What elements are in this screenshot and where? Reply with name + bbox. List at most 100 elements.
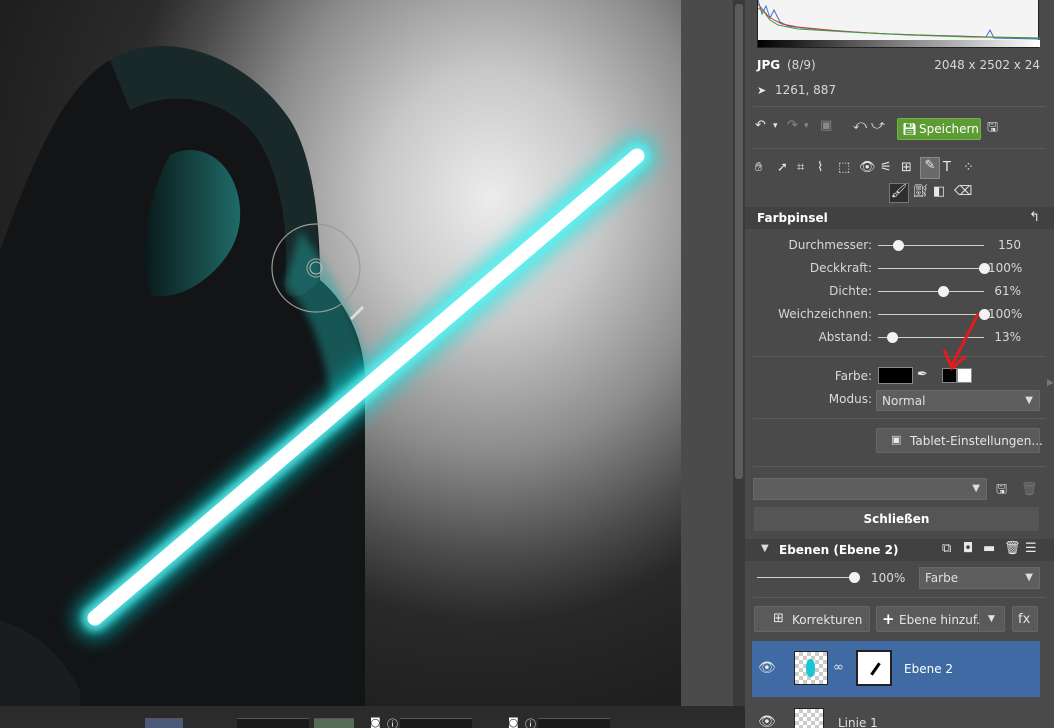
corrections-button[interactable]: ⊞ Korrekturen [754,606,870,632]
slider-density[interactable]: Dichte: 61% [745,281,1054,303]
crop-tool-icon[interactable]: ⌗ [797,160,804,176]
blend-mode-dropdown[interactable]: Farbe ▼ [919,567,1040,589]
chevron-down-icon: ▼ [988,614,995,624]
image-dimensions: 2048 x 2502 x 24 [934,58,1040,72]
divider [753,597,1046,598]
rotate-right-icon[interactable]: ⤻ [871,118,885,134]
rotate-left-icon[interactable]: ⤺ [853,118,867,134]
layer-name: Linie 1 [838,716,878,728]
clone-tool-icon[interactable]: ⚟ [880,160,892,176]
color-swatch[interactable] [878,367,913,384]
folder-icon[interactable]: ▬ [983,541,995,557]
layer-mask-icon[interactable]: ◘ [963,541,973,557]
slider-knob[interactable] [937,286,949,297]
fx-button[interactable]: fx [1012,606,1038,632]
lasso-tool-icon[interactable]: ⬚ [838,160,850,176]
image-format: JPG [757,58,781,72]
slider-knob[interactable] [893,240,905,251]
slider-track[interactable] [878,240,984,251]
link-icon[interactable]: ∞ [833,660,844,676]
menu-icon[interactable]: ☰ [1025,541,1037,557]
chevron-down-icon: ▼ [1025,572,1033,583]
grid-tool-icon[interactable]: ⊞ [901,160,912,176]
eye-icon[interactable]: 👁︎ [758,714,776,728]
delete-layer-icon[interactable]: 🗑︎ [1004,541,1021,557]
paint-brush-icon[interactable]: 🖌︎ [889,183,909,203]
filmstrip-thumbnail[interactable] [538,718,610,728]
add-layer-dropdown[interactable]: ▼ [979,606,1005,632]
slider-track[interactable] [878,286,984,297]
delete-preset-icon[interactable]: 🗑︎ [1021,482,1038,498]
divider [753,148,1046,149]
mode-row: Modus: Normal ▼ [745,390,1054,411]
redo-icon[interactable]: ↷ [787,118,798,134]
filmstrip-thumbnail[interactable] [237,718,309,728]
photo-artwork [0,0,681,706]
image-compare-icon[interactable]: ▣ [820,118,832,134]
select-tool-icon[interactable]: ➚ [777,160,788,176]
effects-tool-icon[interactable]: ⁘ [963,160,974,176]
layer-thumbnail [794,651,828,685]
layer-opacity-value: 100% [871,571,906,585]
eye-icon[interactable]: 👁︎ [758,660,776,676]
brush-tool-icon[interactable]: ✎ [920,157,940,179]
eraser-icon[interactable]: ⌫ [954,184,972,200]
filmstrip-thumbnail[interactable] [145,718,183,728]
close-button[interactable]: Schließen [753,506,1040,532]
filmstrip[interactable]: ◙ ⓘ ◙ ⓘ [0,706,745,728]
fill-bucket-icon[interactable]: ⛽︎ [912,184,929,200]
slider-value: 61% [994,284,1021,298]
layer-row-ebene-2[interactable]: 👁︎ ∞ Ebene 2 [752,641,1040,697]
redo-dropdown-icon[interactable]: ▾ [804,118,809,134]
tablet-settings-button[interactable]: ▣ Tablet-Einstellungen... [876,428,1043,453]
brush-panel-header: Farbpinsel ↰ [745,207,1054,229]
layer-mask-thumbnail [856,650,892,686]
layer-thumbnail [794,708,824,728]
gradient-icon[interactable]: ◧ [933,184,945,200]
vertical-scrollbar[interactable] [733,0,745,706]
slider-diameter[interactable]: Durchmesser: 150 [745,235,1054,257]
text-tool-icon[interactable]: T [943,160,951,176]
layers-title: Ebenen (Ebene 2) [779,543,899,557]
save-as-icon[interactable]: 🖫 [987,120,998,136]
undo-icon[interactable]: ↶ [755,118,766,134]
slider-track[interactable] [878,263,990,274]
slider-spacing[interactable]: Abstand: 13% [745,327,1054,349]
filmstrip-thumbnail[interactable] [314,718,354,728]
divider [753,356,1046,357]
right-panel: JPG (8/9) 2048 x 2502 x 24 ➤ 1261, 887 ↶… [745,0,1054,728]
transform-tool-icon[interactable]: ⌇ [817,160,823,176]
layer-opacity-row: 100% Farbe ▼ [745,567,1054,589]
duplicate-layer-icon[interactable]: ⧉ [942,541,951,557]
panel-expand-icon[interactable]: ▶ [1047,378,1054,388]
mode-label: Modus: [828,392,872,406]
layers-header[interactable]: ▼ Ebenen (Ebene 2) ⧉ ◘ ▬ 🗑︎ ☰ [745,539,1054,561]
collapse-icon[interactable]: ▼ [761,543,769,554]
scrollbar-thumb[interactable] [735,4,743,479]
red-eye-tool-icon[interactable]: 👁︎ [859,160,876,176]
layer-row-linie-1[interactable]: 👁︎ Linie 1 [752,700,1040,728]
save-button[interactable]: 💾︎ Speichern [897,118,981,140]
divider [753,106,1046,107]
color-label: Farbe: [834,369,872,383]
filmstrip-thumbnail[interactable] [400,718,472,728]
reset-icon[interactable]: ↰ [1029,210,1040,226]
preset-dropdown[interactable]: ▼ [753,478,987,500]
slider-opacity[interactable]: Deckkraft: 100% [745,258,1054,280]
floppy-icon: 💾︎ [902,122,918,136]
save-preset-icon[interactable]: 🖫 [996,482,1007,498]
slider-knob[interactable] [886,332,898,343]
mode-dropdown[interactable]: Normal ▼ [876,390,1040,411]
slider-knob[interactable] [849,572,860,583]
add-layer-button[interactable]: + Ebene hinzuf... [876,606,988,632]
layer-name: Ebene 2 [904,662,954,676]
slider-softness[interactable]: Weichzeichnen: 100% [745,304,1054,326]
mode-value: Normal [882,394,926,408]
undo-dropdown-icon[interactable]: ▾ [773,118,778,134]
hand-tool-icon[interactable]: ✋︎ [755,160,762,176]
image-canvas[interactable] [0,0,681,706]
eyedropper-icon[interactable]: ✒ [917,367,928,383]
layer-opacity-slider[interactable] [757,572,860,583]
slider-label: Weichzeichnen: [778,307,872,321]
slider-label: Deckkraft: [809,261,872,275]
